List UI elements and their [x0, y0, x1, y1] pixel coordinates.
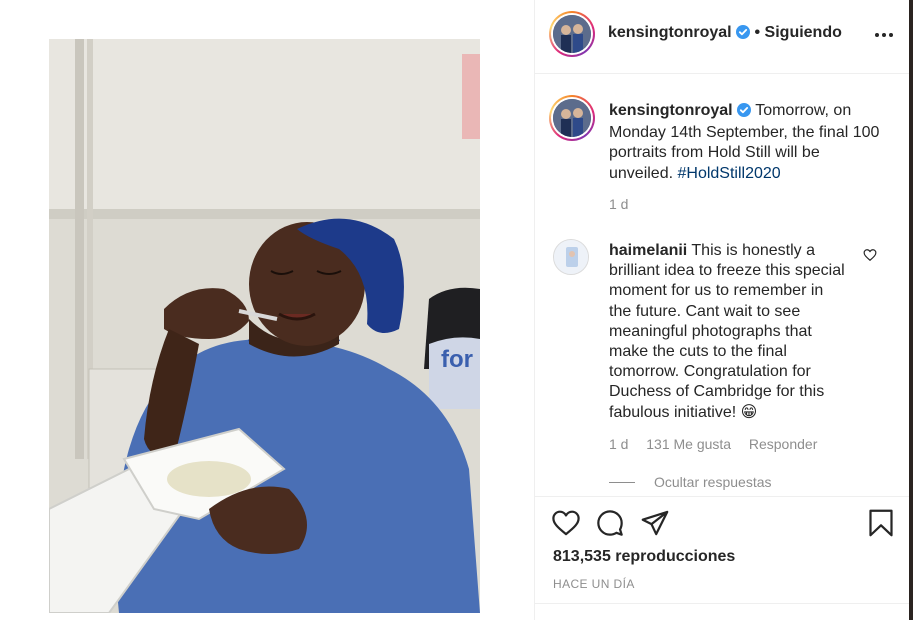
- caption-age[interactable]: 1 d: [609, 196, 628, 212]
- following-button[interactable]: Siguiendo: [765, 24, 842, 41]
- comment-line: the future. Cant wait to see: [609, 302, 801, 320]
- commenter-avatar[interactable]: [553, 239, 589, 275]
- caption-line: Tomorrow, on: [755, 102, 852, 119]
- comment-age[interactable]: 1 d: [609, 436, 628, 452]
- comment-line: tomorrow. Congratulation for: [609, 363, 811, 381]
- comment-line: brilliant idea to freeze this special: [609, 262, 845, 280]
- avatar-photo: [553, 15, 591, 53]
- views-count[interactable]: 813,535 reproducciones: [553, 548, 735, 566]
- comment-meta: 1 d 131 Me gusta Responder: [609, 436, 817, 452]
- caption-avatar[interactable]: [549, 95, 595, 141]
- comment-line: meaningful photographs that: [609, 322, 812, 340]
- small-heart-icon[interactable]: [863, 248, 877, 267]
- author-avatar[interactable]: [549, 11, 595, 57]
- follow-separator: •: [754, 24, 761, 41]
- paper-plane-icon[interactable]: [641, 510, 669, 541]
- post-timestamp[interactable]: HACE UN DÍA: [553, 577, 635, 591]
- heart-icon[interactable]: [552, 510, 580, 541]
- hide-replies-button[interactable]: Ocultar respuestas: [654, 474, 772, 490]
- caption-username[interactable]: kensingtonroyal: [609, 102, 733, 119]
- svg-text:for: for: [441, 346, 473, 373]
- avatar-photo: [554, 240, 588, 274]
- avatar-photo: [553, 99, 591, 137]
- comment-likes[interactable]: 131 Me gusta: [646, 436, 731, 452]
- comment-text: haimelanii This is honestly a brilliant …: [609, 241, 849, 423]
- comments-section[interactable]: kensingtonroyal Tomorrow, on Monday 14th…: [535, 74, 910, 496]
- grin-emoji: 😁: [740, 403, 758, 421]
- reply-button[interactable]: Responder: [749, 436, 818, 452]
- post-header: kensingtonroyal • Siguiendo: [535, 0, 910, 74]
- caption-line: portraits from Hold Still will be: [609, 144, 820, 162]
- commenter-username[interactable]: haimelanii: [609, 242, 687, 259]
- verified-badge-icon: [737, 103, 752, 123]
- photo-illustration: for: [49, 39, 480, 613]
- post-media-pane: for: [0, 0, 534, 620]
- comment-icon[interactable]: [596, 509, 624, 542]
- verified-badge-icon: [736, 25, 751, 44]
- caption-line: Monday 14th September, the final 100: [609, 124, 880, 142]
- comment-line: This is honestly a: [691, 242, 816, 259]
- hashtag-link[interactable]: #HoldStill2020: [678, 165, 781, 182]
- author-username[interactable]: kensingtonroyal: [608, 24, 732, 41]
- post-sidebar: kensingtonroyal • Siguiendo kensingtonro…: [534, 0, 910, 620]
- comment-line: fabulous initiative!: [609, 403, 737, 421]
- action-bar: 813,535 reproducciones HACE UN DÍA: [535, 496, 910, 604]
- comment-line: make the cuts to the final: [609, 343, 787, 361]
- replies-divider: [609, 482, 635, 483]
- more-options-icon[interactable]: [873, 24, 895, 46]
- caption-text: kensingtonroyal Tomorrow, on Monday 14th…: [609, 101, 879, 184]
- comment-line: moment for us to remember in: [609, 282, 824, 300]
- background-edge: [909, 0, 913, 620]
- post-photo[interactable]: for: [49, 39, 480, 613]
- caption-line: unveiled.: [609, 164, 674, 182]
- comment-line: Duchess of Cambridge for this: [609, 383, 825, 401]
- bookmark-icon[interactable]: [868, 509, 894, 542]
